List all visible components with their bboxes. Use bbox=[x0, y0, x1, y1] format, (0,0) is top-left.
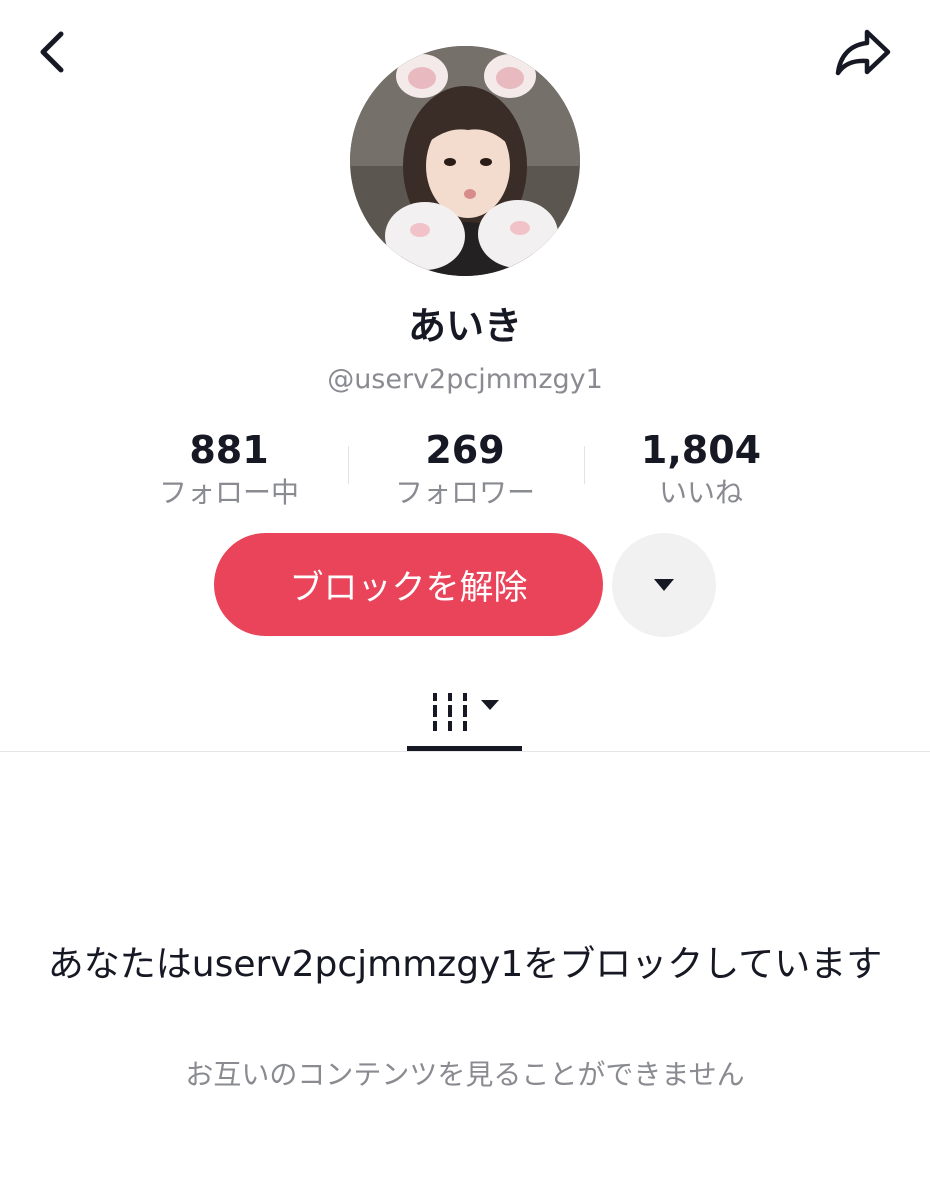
stat-likes-label: いいね bbox=[658, 476, 743, 509]
stat-followers[interactable]: 269 フォロワー bbox=[347, 425, 583, 511]
stat-likes[interactable]: 1,804 いいね bbox=[583, 425, 819, 511]
blocked-subtext: お互いのコンテンツを見ることができません bbox=[185, 1058, 745, 1091]
unblock-button[interactable]: ブロックを解除 bbox=[214, 533, 603, 636]
display-name: あいき bbox=[407, 304, 522, 348]
avatar[interactable] bbox=[350, 46, 580, 276]
stat-following-label: フォロー中 bbox=[158, 476, 299, 509]
tab-videos[interactable] bbox=[407, 676, 522, 748]
chevron-left-icon bbox=[40, 31, 64, 73]
back-button[interactable] bbox=[22, 22, 82, 82]
tab-divider bbox=[0, 751, 930, 752]
grid-columns-icon bbox=[432, 693, 467, 731]
stat-likes-count: 1,804 bbox=[640, 428, 762, 472]
more-options-button[interactable] bbox=[612, 533, 716, 637]
stat-followers-count: 269 bbox=[425, 428, 505, 472]
caret-down-icon bbox=[654, 579, 674, 591]
username: @userv2pcjmmzgy1 bbox=[327, 364, 603, 395]
blocked-message: あなたはuserv2pcjmmzgy1をブロックしています bbox=[47, 944, 883, 985]
share-button[interactable] bbox=[828, 22, 898, 82]
stat-following-count: 881 bbox=[189, 428, 269, 472]
share-arrow-icon bbox=[835, 29, 891, 76]
caret-down-icon bbox=[480, 700, 499, 710]
avatar-photo bbox=[350, 46, 580, 276]
stat-followers-label: フォロワー bbox=[394, 476, 535, 509]
stat-following[interactable]: 881 フォロー中 bbox=[111, 425, 347, 511]
